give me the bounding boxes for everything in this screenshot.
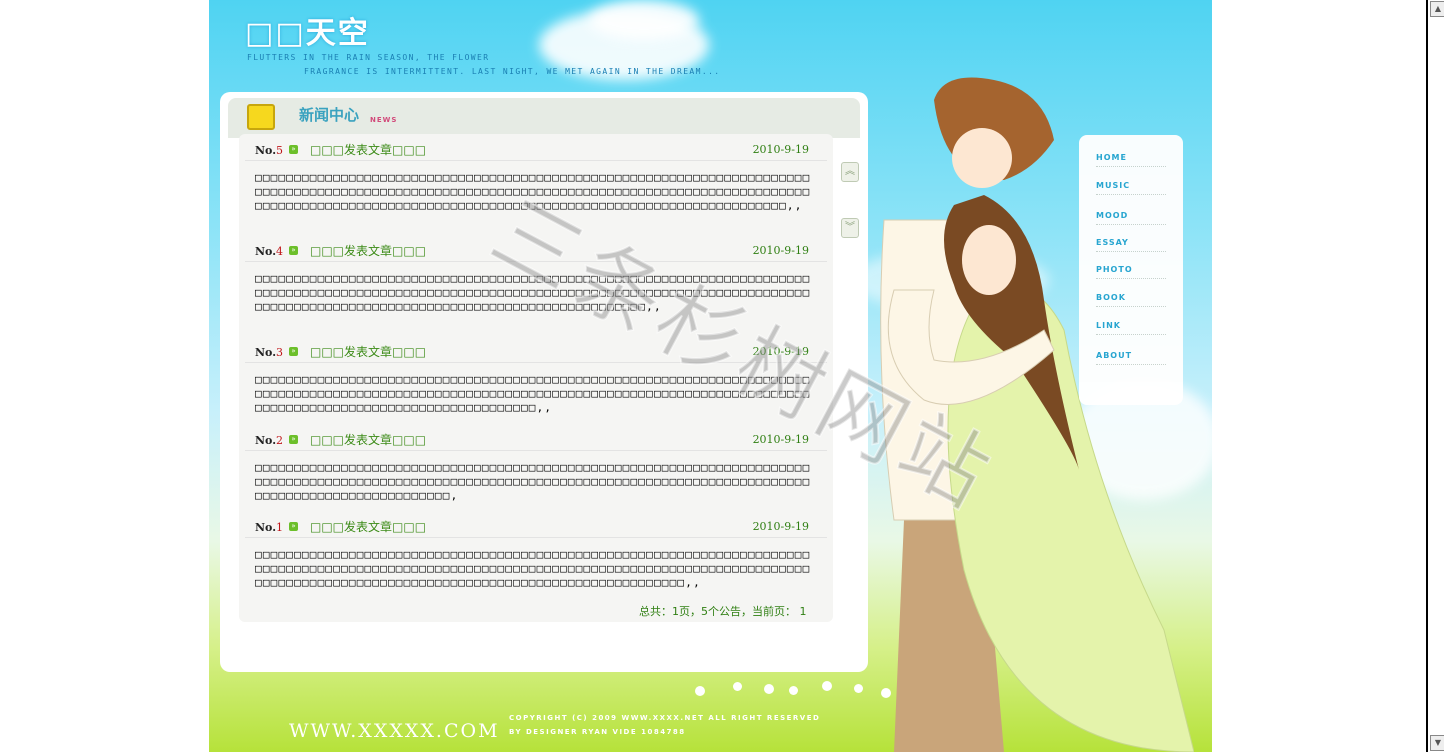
article-item: No.1 » □□□发表文章□□□ 2010-9-19 □□□□□□□□□□□□… [245,515,827,590]
article-number: No.1 [255,521,284,534]
section-subtitle: NEWS [370,116,398,124]
nav-item-home[interactable]: HOME [1096,153,1166,167]
nav-item-mood[interactable]: MOOD [1096,211,1166,225]
footer-designer: BY DESIGNER RYAN VIDE 1084788 [509,728,686,736]
article-date: 2010-9-19 [752,244,809,257]
cloud [589,0,699,40]
article-number: No.4 [255,245,284,258]
pagination-info: 总共：1页，5个公告，当前页： 1 [639,605,807,618]
arrow-bullet-icon: » [289,246,298,255]
article-title-link[interactable]: □□□发表文章□□□ [310,343,426,360]
article-number: No.5 [255,144,284,157]
sparkle [854,684,863,693]
article-title-link[interactable]: □□□发表文章□□□ [310,242,426,259]
arrow-bullet-icon: » [289,145,298,154]
scroll-up-icon[interactable]: ︽ [841,162,859,182]
sparkle [764,684,774,694]
nav-item-essay[interactable]: ESSAY [1096,238,1166,252]
scroll-up-arrow-icon[interactable]: ▲ [1430,1,1444,17]
article-header: No.2 » □□□发表文章□□□ 2010-9-19 [245,428,827,451]
article-date: 2010-9-19 [752,143,809,156]
sparkle [822,681,832,691]
scroll-down-icon[interactable]: ︾ [841,218,859,238]
article-body: □□□□□□□□□□□□□□□□□□□□□□□□□□□□□□□□□□□□□□□□… [255,548,811,589]
page-stage: □□天空 FLUTTERS IN THE RAIN SEASON, THE FL… [209,0,1212,752]
article-title-link[interactable]: □□□发表文章□□□ [310,518,426,535]
footer-site-url: WWW.XXXXX.COM [289,720,500,742]
arrow-bullet-icon: » [289,522,298,531]
article-title-link[interactable]: □□□发表文章□□□ [310,431,426,448]
side-navigation: HOME MUSIC MOOD ESSAY PHOTO BOOK LINK AB… [1079,135,1183,405]
boy-face [952,128,1012,188]
sparkle [881,688,891,698]
nav-item-music[interactable]: MUSIC [1096,181,1166,195]
article-number: No.3 [255,346,284,359]
sparkle [695,686,705,696]
article-number: No.2 [255,434,284,447]
sparkle [789,686,798,695]
scroll-down-arrow-icon[interactable]: ▼ [1430,735,1444,751]
article-header: No.5 » □□□发表文章□□□ 2010-9-19 [245,138,827,161]
arrow-bullet-icon: » [289,347,298,356]
nav-item-link[interactable]: LINK [1096,321,1166,335]
footer-copyright: COPYRIGHT (C) 2009 WWW.XXXX.NET ALL RIGH… [509,714,821,722]
tagline-line-2: FRAGRANCE IS INTERMITTENT. LAST NIGHT, W… [304,67,721,76]
page-scrollbar[interactable]: ▲ ▼ [1426,0,1444,752]
site-title: □□天空 [245,16,370,51]
sparkle [733,682,742,691]
nav-item-book[interactable]: BOOK [1096,293,1166,307]
signpost-icon [247,104,275,130]
article-header: No.1 » □□□发表文章□□□ 2010-9-19 [245,515,827,538]
arrow-bullet-icon: » [289,435,298,444]
section-title: 新闻中心 [299,106,360,124]
nav-item-photo[interactable]: PHOTO [1096,265,1166,279]
girl-face [962,225,1016,295]
tagline-line-1: FLUTTERS IN THE RAIN SEASON, THE FLOWER [247,53,490,62]
article-body: □□□□□□□□□□□□□□□□□□□□□□□□□□□□□□□□□□□□□□□□… [255,461,811,502]
article-item: No.2 » □□□发表文章□□□ 2010-9-19 □□□□□□□□□□□□… [245,428,827,503]
article-title-link[interactable]: □□□发表文章□□□ [310,141,426,158]
article-date: 2010-9-19 [752,520,809,533]
nav-item-about[interactable]: ABOUT [1096,351,1166,365]
